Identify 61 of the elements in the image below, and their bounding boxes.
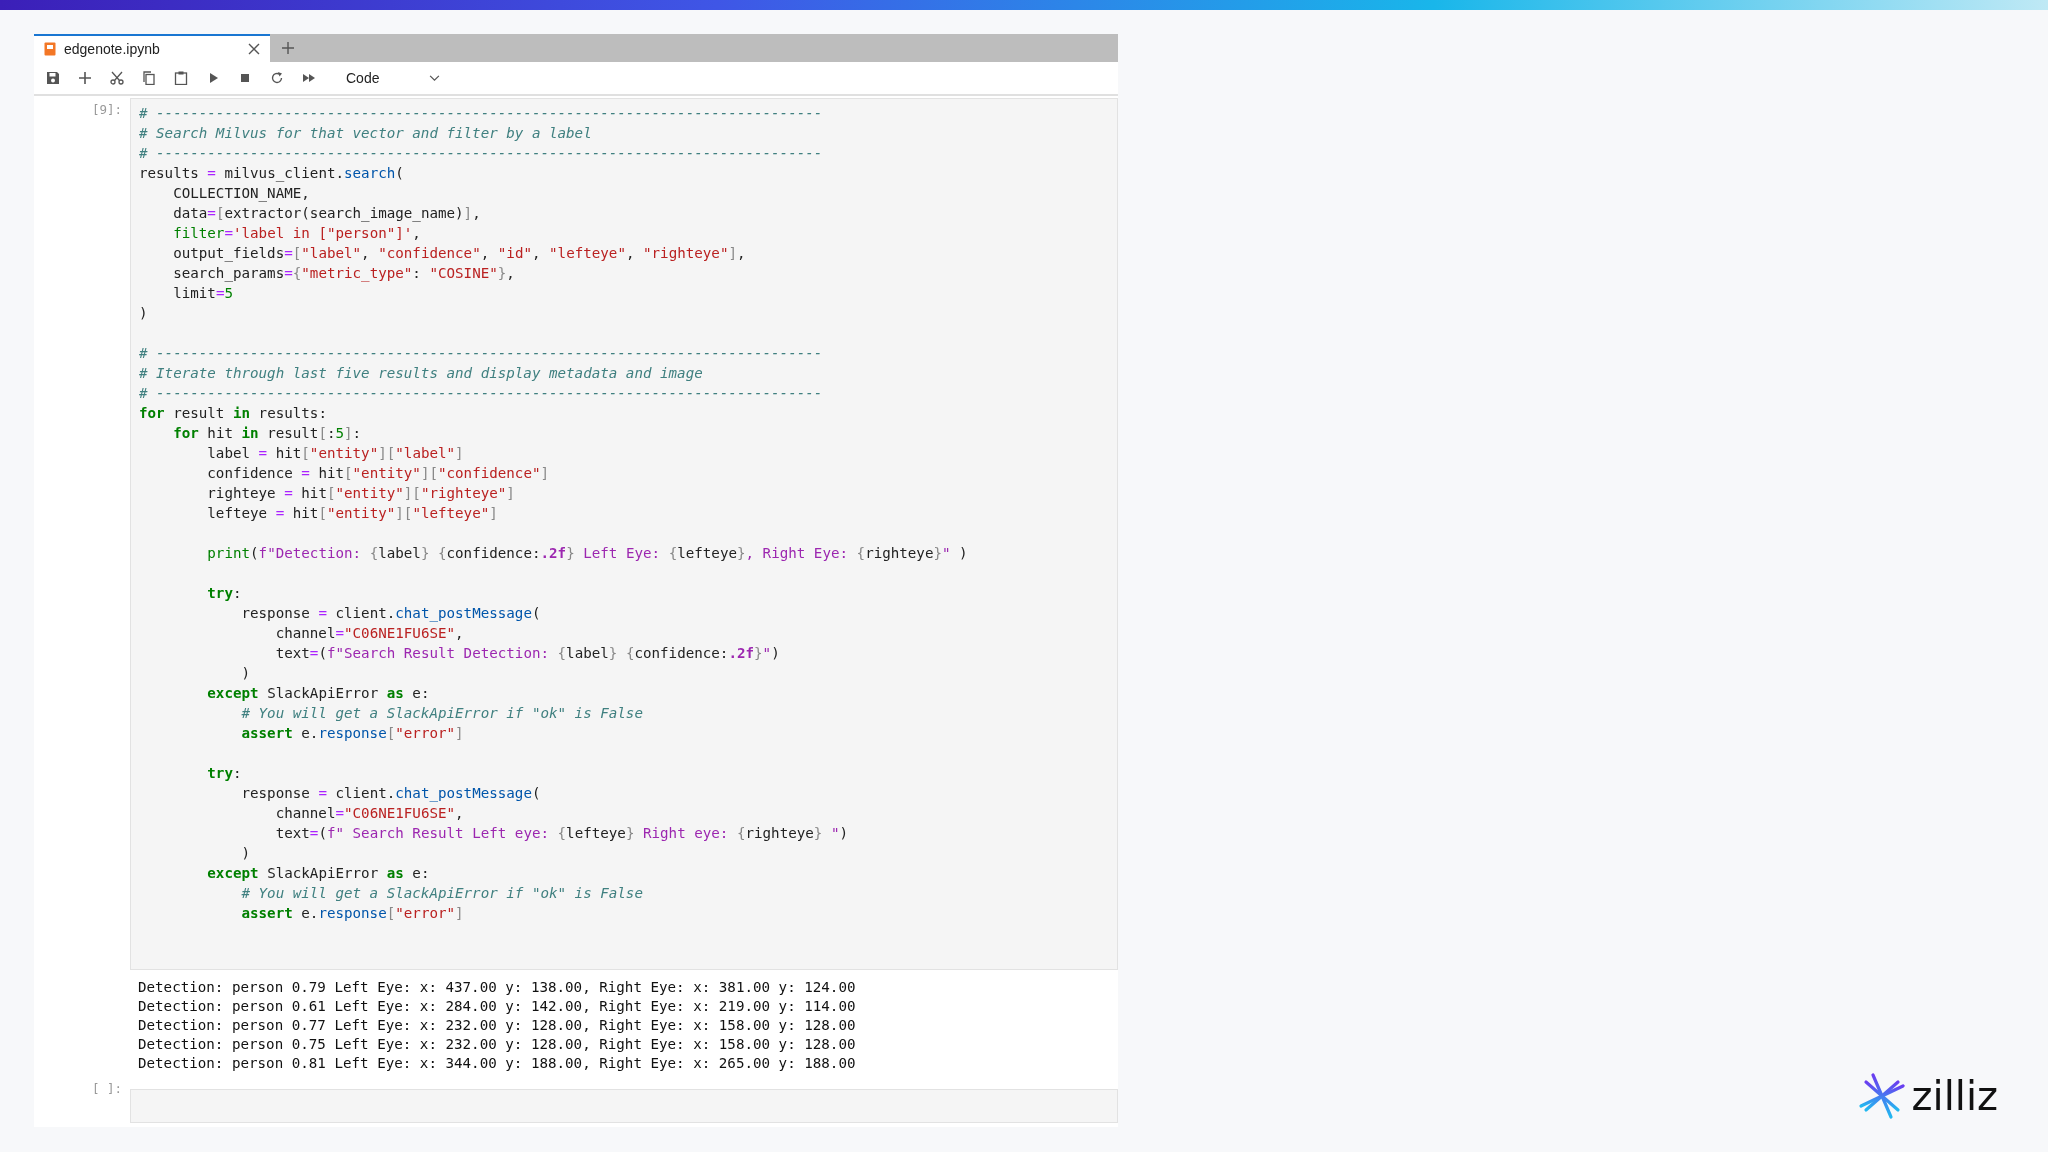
copy-icon[interactable] <box>142 71 156 85</box>
code-line: # ------------------------------------------------------------------------------ <box>139 104 824 123</box>
notebook-icon <box>44 42 56 56</box>
code-line: except SlackApiError as e: <box>206 864 431 883</box>
code-line: assert e.response["error"] <box>240 904 465 923</box>
code-line: # ------------------------------------------------------------------------------ <box>139 144 824 163</box>
code-line: ) <box>240 844 252 863</box>
code-line: ) <box>139 304 149 323</box>
cell-prompt: [ ]: <box>91 1081 122 1096</box>
code-line: results = milvus_client.search( <box>139 164 405 183</box>
output-line: Detection: person 0.81 Left Eye: x: 344.00 y: 188.00, Right Eye: x: 265.00 y: 188.00 <box>138 1054 857 1073</box>
code-line: try: <box>206 764 243 783</box>
fast-forward-icon[interactable] <box>302 71 316 85</box>
code-line: text=(f" Search Result Left eye: {lefteye} Right eye: {righteye} ") <box>274 824 850 843</box>
output-line: Detection: person 0.79 Left Eye: x: 437.00 y: 138.00, Right Eye: x: 381.00 y: 124.00 <box>138 978 857 997</box>
code-line: response = client.chat_postMessage( <box>240 784 542 803</box>
restart-icon[interactable] <box>270 71 284 85</box>
output-line: Detection: person 0.75 Left Eye: x: 232.00 y: 128.00, Right Eye: x: 158.00 y: 128.00 <box>138 1035 857 1054</box>
code-line: # You will get a SlackApiError if "ok" is False <box>240 884 644 903</box>
code-line: # You will get a SlackApiError if "ok" is False <box>240 704 644 723</box>
code-line: text=(f"Search Result Detection: {label} {confidence:.2f}") <box>274 644 781 663</box>
code-line: response = client.chat_postMessage( <box>240 604 542 623</box>
code-line: search_params={"metric_type": "COSINE"}, <box>172 264 516 283</box>
empty-cell-input[interactable] <box>130 1089 1118 1123</box>
cell-type-dropdown[interactable]: Code <box>342 68 445 88</box>
code-line: # ------------------------------------------------------------------------------ <box>139 384 824 403</box>
code-line: lefteye = hit["entity"]["lefteye"] <box>206 504 499 523</box>
notebook-tab[interactable]: edgenote.ipynb <box>34 34 270 62</box>
new-tab-icon[interactable] <box>282 42 294 54</box>
code-line: for result in results: <box>139 404 328 423</box>
logo-wordmark: zilliz <box>1911 1073 1998 1119</box>
cell-prompt: [9]: <box>91 102 122 117</box>
code-line: # Search Milvus for that vector and filter by a label <box>139 124 593 143</box>
code-line: except SlackApiError as e: <box>206 684 431 703</box>
code-line: assert e.response["error"] <box>240 724 465 743</box>
add-icon[interactable] <box>78 71 92 85</box>
code-line: label = hit["entity"]["label"] <box>206 444 465 463</box>
code-line: data=[extractor(search_image_name)], <box>172 204 482 223</box>
code-line: confidence = hit["entity"]["confidence"] <box>206 464 551 483</box>
stop-icon[interactable] <box>238 71 252 85</box>
output-line: Detection: person 0.61 Left Eye: x: 284.00 y: 142.00, Right Eye: x: 219.00 y: 114.00 <box>138 997 857 1016</box>
save-icon[interactable] <box>46 71 60 85</box>
code-line: channel="C06NE1FU6SE", <box>274 804 465 823</box>
code-line: limit=5 <box>172 284 234 303</box>
code-line: # Iterate through last five results and display metadata and image <box>139 364 704 383</box>
code-line: # ------------------------------------------------------------------------------ <box>139 344 824 363</box>
code-line: for hit in result[:5]: <box>172 424 363 443</box>
paste-icon[interactable] <box>174 71 188 85</box>
code-line: output_fields=["label", "confidence", "id", "lefteye", "righteye"], <box>172 244 747 263</box>
code-line: ) <box>240 664 252 683</box>
chevron-icon <box>429 74 441 82</box>
code-line: COLLECTION_NAME, <box>172 184 311 203</box>
code-cell-input[interactable] <box>130 98 1118 970</box>
output-line: Detection: person 0.77 Left Eye: x: 232.00 y: 128.00, Right Eye: x: 158.00 y: 128.00 <box>138 1016 857 1035</box>
code-line: try: <box>206 584 243 603</box>
close-icon[interactable] <box>248 43 260 55</box>
code-line: channel="C06NE1FU6SE", <box>274 624 465 643</box>
code-line: print(f"Detection: {label} {confidence:.2f} Left Eye: {lefteye}, Right Eye: {righteye}" ) <box>206 544 969 563</box>
code-line: filter='label in ["person"]', <box>172 224 422 243</box>
code-line: righteye = hit["entity"]["righteye"] <box>206 484 516 503</box>
cut-icon[interactable] <box>110 71 124 85</box>
